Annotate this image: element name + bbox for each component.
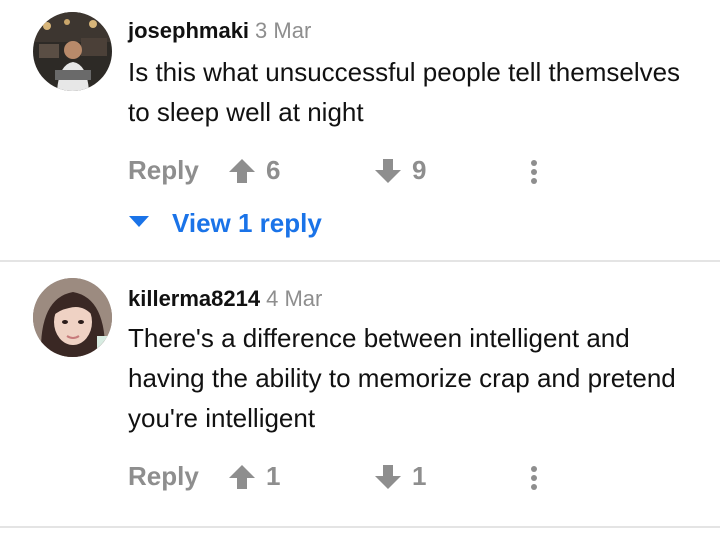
comment-header: killerma8214 4 Mar <box>128 286 322 312</box>
arrow-down-icon <box>374 464 402 490</box>
more-vertical-icon <box>524 160 544 189</box>
more-options-button[interactable] <box>524 465 544 496</box>
username[interactable]: killerma8214 <box>128 286 260 311</box>
comment-header: josephmaki 3 Mar <box>128 18 311 44</box>
reply-button[interactable]: Reply <box>128 461 199 492</box>
comment-text: There's a difference between intelligent… <box>128 323 676 433</box>
comment-date: 3 Mar <box>255 18 312 43</box>
arrow-down-icon <box>374 158 402 184</box>
upvote-button[interactable]: 6 <box>228 155 280 186</box>
avatar[interactable] <box>33 278 112 357</box>
downvote-button[interactable]: 1 <box>374 461 426 492</box>
downvote-button[interactable]: 9 <box>374 155 426 186</box>
view-replies-button[interactable]: View 1 reply <box>128 206 322 240</box>
username[interactable]: josephmaki <box>128 18 249 43</box>
downvote-count: 1 <box>412 461 427 491</box>
more-vertical-icon <box>524 466 544 495</box>
avatar[interactable] <box>33 12 112 91</box>
upvote-count: 1 <box>266 461 281 491</box>
comment-text: Is this what unsuccessful people tell th… <box>128 57 681 127</box>
caret-down-icon <box>128 214 150 233</box>
upvote-count: 6 <box>266 155 281 185</box>
comment-actions: Reply 1 1 <box>128 457 720 497</box>
comment-divider <box>0 526 720 528</box>
comment-date: 4 Mar <box>266 286 323 311</box>
reply-button[interactable]: Reply <box>128 155 199 186</box>
comment-actions: Reply 6 9 <box>128 151 720 191</box>
view-replies-label: View 1 reply <box>172 207 322 238</box>
downvote-count: 9 <box>412 155 427 185</box>
comment: killerma8214 4 Mar There's a difference b… <box>0 262 720 526</box>
more-options-button[interactable] <box>524 159 544 190</box>
upvote-button[interactable]: 1 <box>228 461 280 492</box>
comment: josephmaki 3 Mar Is this what unsuccessfu… <box>0 0 720 260</box>
arrow-up-icon <box>228 158 256 184</box>
arrow-up-icon <box>228 464 256 490</box>
